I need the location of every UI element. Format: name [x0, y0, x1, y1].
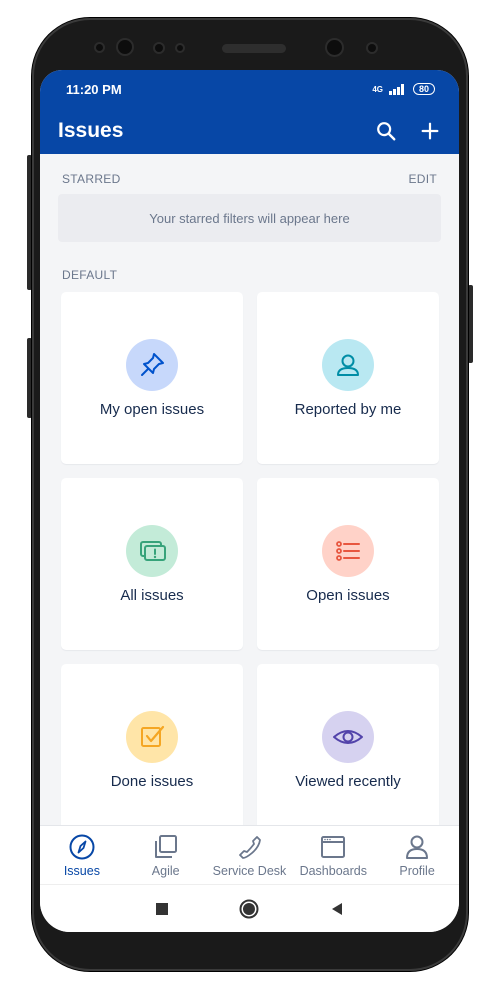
nav-label: Agile: [151, 863, 180, 878]
earpiece-speaker: [222, 44, 286, 53]
user-icon: [337, 354, 359, 376]
profile-icon: [406, 835, 429, 859]
eye-icon: [333, 729, 363, 744]
card-label: All issues: [120, 586, 184, 604]
network-type: 4G: [372, 84, 383, 94]
starred-heading: STARRED: [62, 172, 121, 186]
list-icon: [336, 540, 360, 561]
filter-card-all-issues[interactable]: All issues: [61, 478, 243, 650]
sensor-icon: [155, 44, 163, 52]
starred-empty-state: Your starred filters will appear here: [58, 194, 441, 242]
filter-grid: My open issues Reported by me All issues…: [58, 292, 441, 836]
filter-card-my-open-issues[interactable]: My open issues: [61, 292, 243, 464]
sensor-icon: [177, 45, 183, 51]
starred-empty-text: Your starred filters will appear here: [149, 210, 350, 226]
plus-icon[interactable]: [419, 120, 441, 142]
nav-label: Profile: [399, 863, 435, 878]
card-label: Done issues: [110, 772, 194, 790]
starred-section-header: STARRED EDIT: [58, 154, 441, 194]
card-label: Open issues: [306, 586, 390, 604]
filter-card-reported-by-me[interactable]: Reported by me: [257, 292, 439, 464]
page-title: Issues: [58, 119, 124, 142]
nav-label: Dashboards: [299, 863, 367, 878]
filter-card-open-issues[interactable]: Open issues: [257, 478, 439, 650]
app-bar: Issues: [40, 108, 459, 154]
card-icon-bg: [126, 524, 178, 577]
phone-icon: [239, 835, 262, 859]
card-icon-bg: [322, 710, 374, 763]
iris-scanner-icon: [327, 40, 342, 55]
card-icon-bg: [322, 338, 374, 391]
status-time: 11:20 PM: [66, 81, 122, 97]
triangle-back-icon[interactable]: [329, 901, 345, 917]
nav-label: Issues: [63, 863, 100, 878]
search-icon[interactable]: [375, 120, 397, 142]
nav-item-service-desk[interactable]: Service Desk: [208, 833, 291, 878]
battery-indicator: 80: [412, 83, 435, 95]
card-icon-bg: [126, 710, 178, 763]
signal-icon: [388, 84, 404, 95]
filter-card-done-issues[interactable]: Done issues: [61, 664, 243, 836]
status-bar: 11:20 PM 4G 80: [40, 70, 459, 108]
pin-icon: [141, 352, 164, 376]
card-label: Reported by me: [294, 400, 402, 418]
default-heading: DEFAULT: [62, 268, 118, 282]
front-camera-icon: [118, 40, 132, 54]
circle-icon[interactable]: [238, 898, 260, 920]
nav-item-dashboards[interactable]: Dashboards: [292, 833, 375, 878]
compass-icon: [69, 834, 95, 859]
sensor-icon: [96, 44, 103, 51]
nav-item-profile[interactable]: Profile: [376, 833, 459, 878]
nav-item-agile[interactable]: Agile: [124, 833, 207, 878]
card-icon-bg: [126, 338, 178, 391]
checkbox-icon: [141, 725, 165, 747]
nav-item-issues[interactable]: Issues: [40, 833, 123, 878]
card-label: My open issues: [99, 400, 205, 418]
sensor-icon: [368, 44, 376, 52]
board-icon: [154, 834, 177, 858]
square-icon[interactable]: [154, 901, 170, 917]
dashboard-icon: [321, 835, 346, 858]
edit-button[interactable]: EDIT: [408, 172, 437, 186]
default-section-header: DEFAULT: [58, 242, 441, 290]
system-navigation-bar: [40, 884, 459, 932]
nav-label: Service Desk: [212, 863, 287, 878]
bottom-navigation: Issues Agile Service Desk Dashboards Pro…: [40, 825, 459, 884]
app-screen: 11:20 PM 4G 80 Issues STARRED EDIT Your …: [40, 70, 459, 932]
power-button: [468, 285, 473, 363]
card-icon-bg: [322, 524, 374, 577]
issues-stack-icon: [140, 540, 166, 561]
filter-card-viewed-recently[interactable]: Viewed recently: [257, 664, 439, 836]
card-label: Viewed recently: [295, 772, 401, 790]
